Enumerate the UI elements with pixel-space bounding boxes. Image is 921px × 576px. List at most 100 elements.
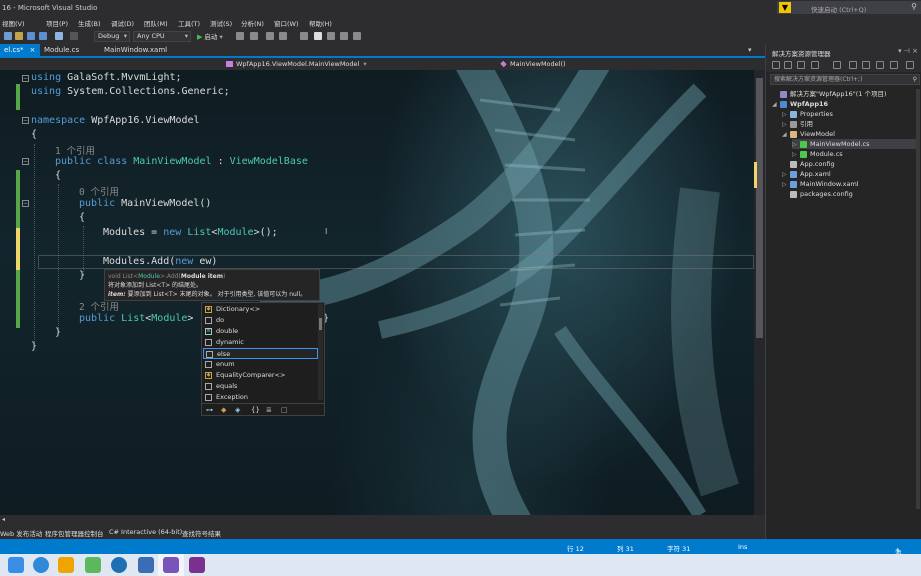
fold-toggle[interactable]: −: [22, 200, 29, 207]
toolbar-tool-icon[interactable]: [340, 32, 348, 40]
completion-scrollbar[interactable]: [318, 304, 323, 400]
back-icon[interactable]: [4, 32, 12, 40]
properties-icon[interactable]: [890, 61, 898, 69]
filter-enums-icon[interactable]: ≣: [266, 406, 272, 414]
visual-studio-icon[interactable]: [163, 557, 179, 573]
menu-team[interactable]: 团队(M): [144, 18, 168, 28]
tree-node-appxaml[interactable]: ▷ App.xaml: [782, 169, 831, 179]
tree-node-module[interactable]: ▷ Module.cs: [792, 149, 843, 159]
completion-item[interactable]: equals: [203, 381, 318, 392]
tree-node-solution[interactable]: 解决方案"WpfApp16"(1 个项目): [772, 89, 887, 99]
tab-web-publish[interactable]: Web 发布活动: [0, 528, 42, 538]
sync-icon[interactable]: [811, 61, 819, 69]
completion-item[interactable]: ◆ Dictionary<>: [203, 304, 318, 315]
filter-methods-icon[interactable]: ◈: [235, 406, 240, 414]
tab-overflow-icon[interactable]: ▾: [748, 46, 752, 54]
feedback-flag-icon[interactable]: ▼: [779, 2, 791, 13]
toolbar-tool-icon[interactable]: [266, 32, 274, 40]
remote-desktop-icon[interactable]: [111, 557, 127, 573]
tab-find-symbol[interactable]: 查找符号结果: [182, 528, 221, 538]
toolbar-tool-icon[interactable]: [250, 32, 258, 40]
scrollbar-thumb[interactable]: [756, 78, 763, 338]
completion-item[interactable]: do: [203, 315, 318, 326]
tree-node-viewmodel-folder[interactable]: ◢ ViewModel: [782, 129, 835, 139]
zoom-icon[interactable]: ◂: [2, 516, 5, 523]
onenote-icon[interactable]: [189, 557, 205, 573]
fold-toggle[interactable]: −: [22, 158, 29, 165]
wechat-icon[interactable]: [85, 557, 101, 573]
completion-item[interactable]: ≡ double: [203, 326, 318, 337]
menu-window[interactable]: 窗口(W): [274, 18, 299, 28]
tree-node-appconfig[interactable]: App.config: [782, 159, 835, 169]
completion-item-selected[interactable]: else: [203, 348, 318, 359]
toolbar-tool-icon[interactable]: [279, 32, 287, 40]
toolbar-tool-icon[interactable]: [300, 32, 308, 40]
app-icon[interactable]: [138, 557, 154, 573]
menu-build[interactable]: 生成(B): [78, 18, 101, 28]
filter-properties-icon[interactable]: ⊶: [206, 406, 213, 414]
history-icon[interactable]: [833, 61, 841, 69]
open-folder-icon[interactable]: [15, 32, 23, 40]
completion-item[interactable]: Exception: [203, 392, 318, 403]
solution-explorer-scrollbar[interactable]: [916, 89, 920, 509]
member-dropdown[interactable]: MainViewModel(): [500, 59, 750, 69]
show-all-files-icon[interactable]: [876, 61, 884, 69]
tab-module[interactable]: Module.cs: [40, 44, 98, 56]
start-button[interactable]: ▶ 启动 ▾: [197, 31, 223, 41]
close-icon[interactable]: ×: [29, 46, 35, 54]
completion-item[interactable]: dynamic: [203, 337, 318, 348]
quick-launch[interactable]: ▼ 快速启动 (Ctrl+Q) ⚲: [777, 1, 921, 14]
back-icon[interactable]: [772, 61, 780, 69]
toolbar-tool-icon[interactable]: [236, 32, 244, 40]
tree-node-project[interactable]: ◢ WpfApp16: [772, 99, 828, 109]
redo-icon[interactable]: [70, 32, 78, 40]
collapse-arrow-icon[interactable]: ◢: [772, 100, 780, 110]
filter-keywords-icon[interactable]: □: [281, 406, 288, 414]
tab-mainviewmodel[interactable]: el.cs* ×: [0, 44, 40, 56]
menu-view[interactable]: 视图(V): [2, 18, 25, 28]
type-dropdown[interactable]: WpfApp16.ViewModel.MainViewModel ▾: [226, 59, 496, 69]
completion-item[interactable]: ◆ EqualityComparer<>: [203, 370, 318, 381]
windows-start-icon[interactable]: [8, 557, 24, 573]
forward-icon[interactable]: [784, 61, 792, 69]
menu-debug[interactable]: 调试(D): [111, 18, 134, 28]
preview-icon[interactable]: [906, 61, 914, 69]
bookmark-icon[interactable]: [314, 32, 322, 40]
filter-namespaces-icon[interactable]: {}: [251, 406, 260, 414]
tab-package-manager[interactable]: 程序包管理器控制台: [45, 528, 104, 538]
undo-icon[interactable]: [55, 32, 63, 40]
completion-list[interactable]: ◆ Dictionary<> do ≡ double dynamic else en…: [201, 302, 325, 416]
scrollbar-thumb[interactable]: [319, 318, 322, 330]
qq-icon[interactable]: [58, 557, 74, 573]
home-icon[interactable]: [797, 61, 805, 69]
toolbar-tool-icon[interactable]: [353, 32, 361, 40]
panel-controls[interactable]: ▾ ⊣ ×: [898, 47, 918, 55]
tree-node-properties[interactable]: ▷ Properties: [782, 109, 833, 119]
codelens-references[interactable]: 2 个引用: [79, 299, 119, 313]
menu-test[interactable]: 测试(S): [210, 18, 232, 28]
toolbar-tool-icon[interactable]: [327, 32, 335, 40]
configuration-select[interactable]: Debug ▾: [94, 31, 130, 42]
platform-select[interactable]: Any CPU ▾: [133, 31, 191, 42]
codelens-references[interactable]: 0 个引用: [79, 184, 119, 198]
save-icon[interactable]: [27, 32, 35, 40]
tab-csharp-interactive[interactable]: C# Interactive (64-bit): [109, 528, 182, 536]
collapse-all-icon[interactable]: [862, 61, 870, 69]
save-all-icon[interactable]: [39, 32, 47, 40]
edge-browser-icon[interactable]: [33, 557, 49, 573]
tree-node-mainviewmodel[interactable]: ▷ MainViewModel.cs: [792, 139, 919, 149]
filter-classes-icon[interactable]: ◆: [221, 406, 226, 414]
tree-node-mainwindow[interactable]: ▷ MainWindow.xaml: [782, 179, 859, 189]
menu-project[interactable]: 项目(P): [46, 18, 68, 28]
fold-toggle[interactable]: −: [22, 117, 29, 124]
menu-analyze[interactable]: 分析(N): [241, 18, 264, 28]
search-icon[interactable]: ⚲: [913, 75, 917, 84]
editor-scrollbar[interactable]: [754, 70, 765, 515]
menu-tools[interactable]: 工具(T): [178, 18, 200, 28]
menu-help[interactable]: 帮助(H): [309, 18, 332, 28]
codelens-references[interactable]: 1 个引用: [55, 143, 95, 157]
tree-node-packages[interactable]: packages.config: [782, 189, 853, 199]
collapse-arrow-icon[interactable]: ◢: [782, 130, 790, 140]
search-icon[interactable]: ⚲: [911, 2, 917, 11]
fold-toggle[interactable]: −: [22, 75, 29, 82]
